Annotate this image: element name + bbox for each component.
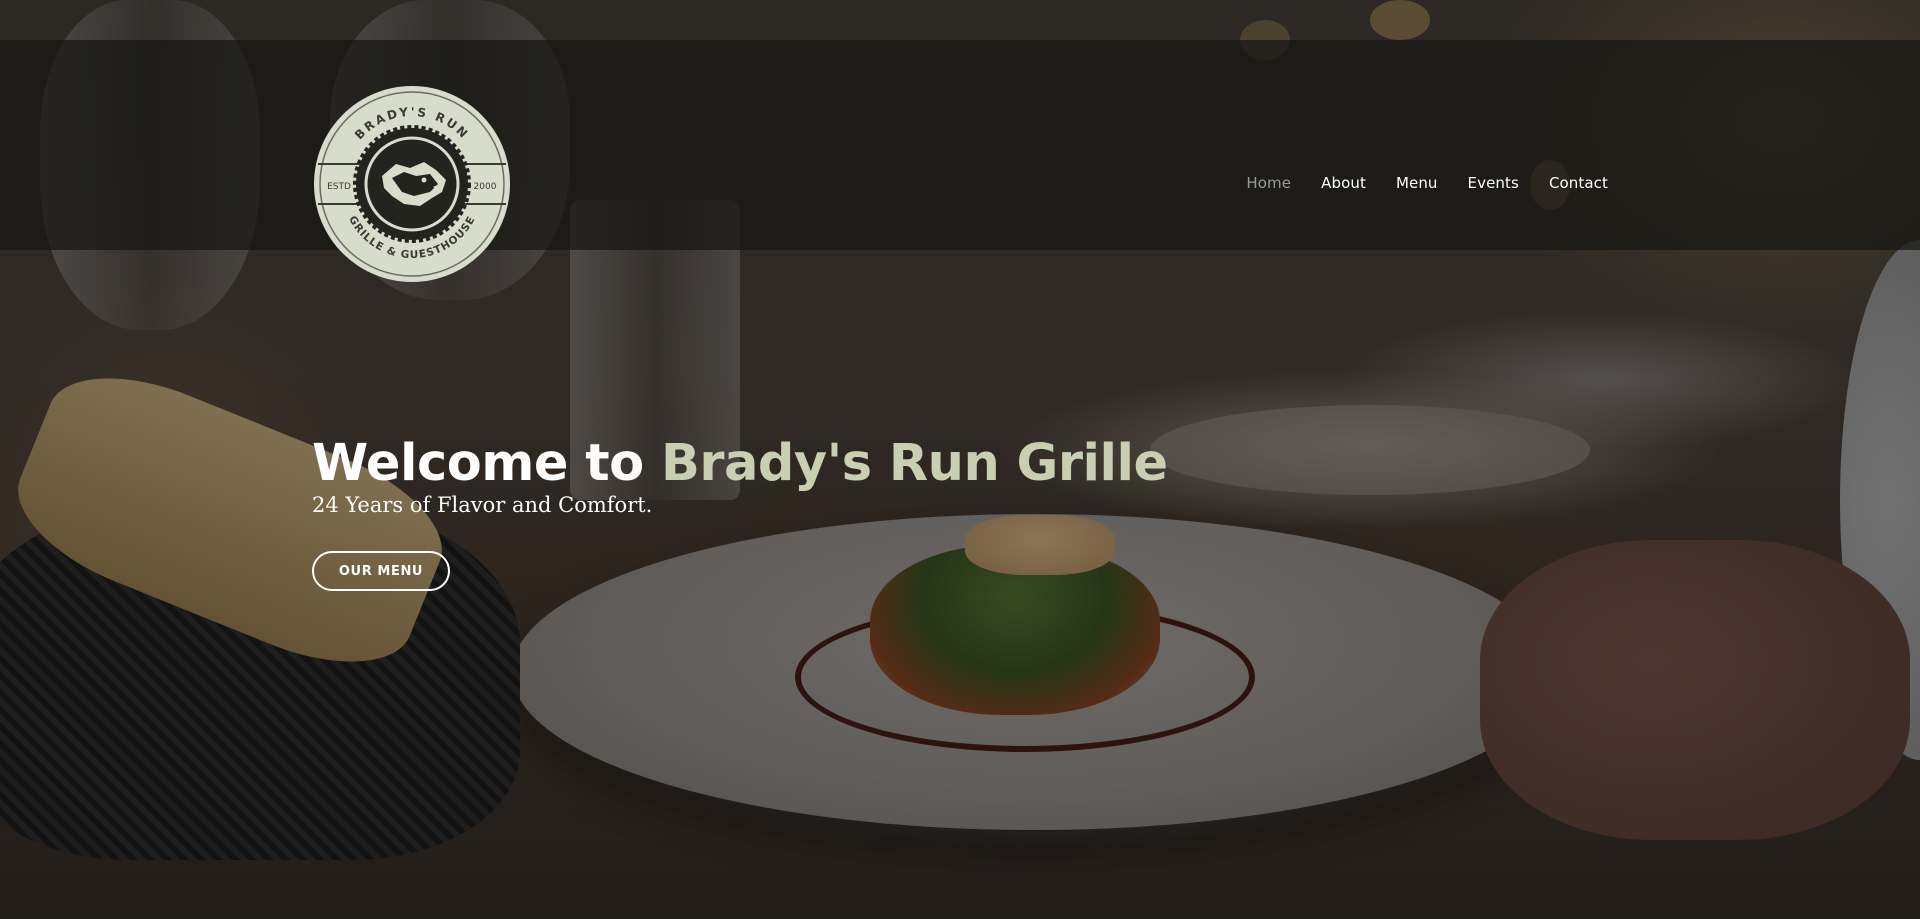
- nav-about-link[interactable]: About: [1321, 174, 1366, 192]
- hero-title: Welcome to Brady's Run Grille: [312, 434, 1168, 493]
- logo-estd-text: ESTD: [327, 182, 351, 192]
- site-logo[interactable]: BRADY'S RUN GRILLE & GUESTHOUSE ESTD 200…: [312, 84, 512, 284]
- hero-title-accent: Brady's Run Grille: [660, 434, 1168, 493]
- logo-year-text: 2000: [474, 182, 497, 192]
- nav-contact-link[interactable]: Contact: [1549, 174, 1608, 192]
- our-menu-button[interactable]: OUR MENU: [312, 551, 450, 591]
- hero-title-prefix: Welcome to: [312, 434, 644, 493]
- nav-events-link[interactable]: Events: [1468, 174, 1519, 192]
- main-nav: Home About Menu Events Contact: [1246, 174, 1608, 192]
- nav-home-link[interactable]: Home: [1246, 174, 1291, 192]
- logo-badge: BRADY'S RUN GRILLE & GUESTHOUSE ESTD 200…: [314, 86, 510, 282]
- boar-head-icon: [353, 125, 471, 243]
- site-header: BRADY'S RUN GRILLE & GUESTHOUSE ESTD 200…: [0, 40, 1920, 282]
- hero-subtitle: 24 Years of Flavor and Comfort.: [312, 493, 653, 517]
- nav-menu-link[interactable]: Menu: [1396, 174, 1438, 192]
